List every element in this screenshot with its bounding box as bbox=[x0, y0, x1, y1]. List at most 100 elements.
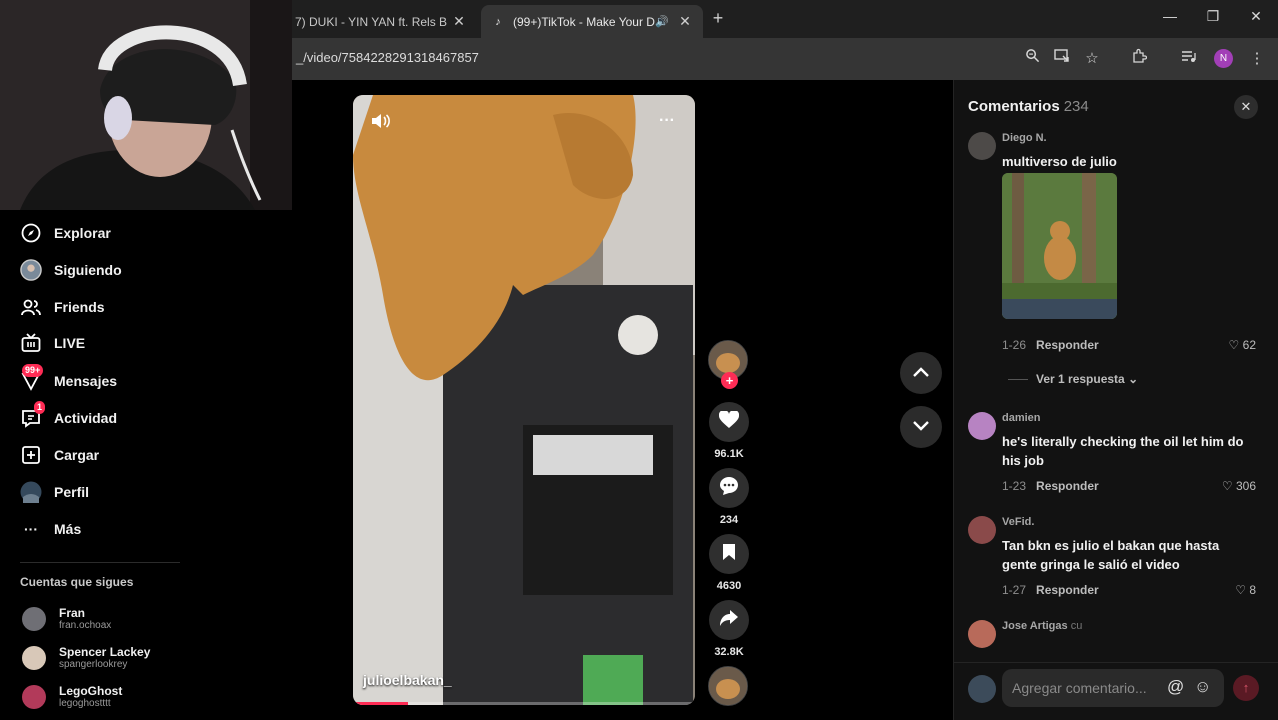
browser-tab-tiktok[interactable]: ♪ (99+)TikTok - Make Your Da 🔊 ✕ bbox=[481, 5, 703, 38]
media-icon[interactable] bbox=[1178, 48, 1200, 70]
sidebar-item-mensajes[interactable]: 99+ Mensajes bbox=[20, 364, 117, 396]
mention-icon[interactable]: @ bbox=[1167, 677, 1184, 697]
video-player[interactable]: ··· julioelbakan_ bbox=[353, 95, 695, 705]
view-replies-label: Ver 1 respuesta bbox=[1036, 372, 1125, 386]
comment-meta: 1-26 Responder bbox=[1002, 338, 1099, 352]
video-username[interactable]: julioelbakan_ bbox=[363, 672, 452, 688]
music-disc-avatar[interactable] bbox=[708, 666, 748, 706]
new-tab-button[interactable]: + bbox=[708, 8, 728, 29]
comments-title-label: Comentarios bbox=[968, 98, 1060, 115]
friends-icon bbox=[20, 296, 42, 318]
zoom-icon[interactable] bbox=[1021, 48, 1043, 70]
close-comments-button[interactable]: ✕ bbox=[1234, 95, 1258, 119]
progress-fill bbox=[353, 702, 408, 705]
comment-user[interactable]: Diego N. bbox=[1002, 132, 1047, 144]
sidebar-item-label: Actividad bbox=[54, 410, 118, 426]
extensions-icon[interactable] bbox=[1128, 48, 1150, 70]
sidebar-item-label: Más bbox=[54, 521, 82, 537]
sidebar-item-live[interactable]: LIVE bbox=[20, 328, 85, 358]
reply-button[interactable]: Responder bbox=[1036, 479, 1099, 493]
sidebar-item-label: Friends bbox=[54, 299, 105, 315]
tiktok-icon: ♪ bbox=[495, 15, 501, 28]
comment-like[interactable]: ♡ 306 bbox=[1222, 479, 1256, 493]
save-button[interactable] bbox=[709, 534, 749, 574]
following-account[interactable]: Fran fran.ochoax bbox=[22, 606, 111, 631]
follow-plus-button[interactable]: + bbox=[721, 372, 738, 389]
comment-user[interactable]: damien bbox=[1002, 412, 1041, 424]
comment-meta: 1-23 Responder bbox=[1002, 479, 1099, 493]
install-icon[interactable] bbox=[1051, 48, 1073, 70]
comment-icon bbox=[719, 476, 739, 501]
sidebar-item-mas[interactable]: ··· Más bbox=[20, 514, 81, 544]
activity-icon: 1 bbox=[20, 401, 46, 429]
speaker-icon[interactable]: 🔊 bbox=[655, 15, 671, 28]
comment-input-row: @ ☺ ↑ bbox=[954, 662, 1278, 720]
live-icon bbox=[20, 332, 42, 354]
close-window-icon[interactable]: ✕ bbox=[1246, 8, 1266, 25]
previous-video-button[interactable] bbox=[900, 352, 942, 394]
chevron-up-icon bbox=[913, 364, 929, 382]
comment-user-suffix: cu bbox=[1070, 620, 1083, 632]
comment-user-name: Jose Artigas bbox=[1002, 620, 1068, 632]
comment-input[interactable] bbox=[1002, 669, 1224, 707]
avatar[interactable] bbox=[968, 516, 996, 544]
comment-like[interactable]: ♡ 8 bbox=[1235, 583, 1256, 597]
browser-tab-youtube[interactable]: 7) DUKI - YIN YAN ft. Rels B (Ly ✕ bbox=[285, 5, 477, 38]
minimize-icon[interactable]: — bbox=[1160, 8, 1180, 24]
webcam-overlay bbox=[0, 0, 292, 210]
comment-item: Diego N. multiverso de julio 1-26 Respond… bbox=[968, 132, 1258, 372]
sidebar-item-label: Perfil bbox=[54, 484, 90, 500]
menu-icon[interactable]: ⋮ bbox=[1246, 48, 1268, 70]
share-icon bbox=[719, 609, 739, 632]
emoji-icon[interactable]: ☺ bbox=[1194, 677, 1211, 697]
comment-button[interactable] bbox=[709, 468, 749, 508]
chevron-down-icon bbox=[913, 418, 929, 436]
sidebar-item-friends[interactable]: Friends bbox=[20, 292, 105, 322]
account-name: Spencer Lackey bbox=[59, 645, 151, 659]
tab-title: 7) DUKI - YIN YAN ft. Rels B (Ly bbox=[295, 14, 451, 29]
avatar[interactable] bbox=[968, 412, 996, 440]
following-account[interactable]: LegoGhost legoghostttt bbox=[22, 684, 122, 709]
star-icon[interactable]: ☆ bbox=[1081, 48, 1103, 70]
compass-icon bbox=[20, 222, 42, 244]
following-account[interactable]: Spencer Lackey spangerlookrey bbox=[22, 645, 150, 670]
comment-like-count: 8 bbox=[1249, 583, 1256, 597]
reply-button[interactable]: Responder bbox=[1036, 338, 1099, 352]
sidebar-item-siguiendo[interactable]: Siguiendo bbox=[20, 255, 122, 285]
avatar[interactable] bbox=[968, 620, 996, 648]
view-replies-button[interactable]: Ver 1 respuesta ⌄ bbox=[1008, 372, 1138, 386]
next-video-button[interactable] bbox=[900, 406, 942, 448]
sidebar-item-explorar[interactable]: Explorar bbox=[20, 218, 111, 248]
comment-like[interactable]: ♡ 62 bbox=[1229, 338, 1256, 352]
comment-user[interactable]: Jose Artigas cu bbox=[1002, 620, 1082, 632]
sidebar-item-perfil[interactable]: Perfil bbox=[20, 477, 89, 507]
avatar-icon bbox=[20, 259, 42, 281]
more-options-icon[interactable]: ··· bbox=[659, 112, 675, 130]
like-button[interactable] bbox=[709, 402, 749, 442]
comment-date: 1-26 bbox=[1002, 338, 1027, 352]
comment-like-count: 62 bbox=[1242, 338, 1256, 352]
restore-icon[interactable]: ❐ bbox=[1203, 8, 1223, 25]
avatar bbox=[22, 645, 46, 670]
avatar[interactable] bbox=[968, 132, 996, 160]
close-icon[interactable]: ✕ bbox=[451, 13, 467, 30]
comment-image[interactable] bbox=[1002, 173, 1117, 319]
sidebar-item-actividad[interactable]: 1 Actividad bbox=[20, 401, 118, 433]
creator-avatar[interactable]: + bbox=[708, 340, 748, 389]
video-frame bbox=[353, 95, 695, 705]
bookmark-icon bbox=[722, 543, 736, 566]
close-icon[interactable]: ✕ bbox=[677, 13, 693, 30]
volume-icon[interactable] bbox=[371, 112, 391, 135]
reply-line bbox=[1008, 379, 1028, 381]
url-text[interactable]: _/video/7584228291318467857 bbox=[296, 50, 479, 65]
heart-icon bbox=[718, 409, 740, 434]
video-progress-bar[interactable] bbox=[353, 702, 695, 705]
send-button[interactable]: ↑ bbox=[1233, 675, 1259, 701]
comment-user[interactable]: VeFid. bbox=[1002, 516, 1034, 528]
reply-button[interactable]: Responder bbox=[1036, 583, 1099, 597]
sidebar-item-cargar[interactable]: Cargar bbox=[20, 440, 99, 470]
save-count: 4630 bbox=[716, 580, 742, 592]
share-button[interactable] bbox=[709, 600, 749, 640]
comments-title: Comentarios 234 bbox=[968, 98, 1089, 115]
profile-avatar[interactable]: N bbox=[1214, 49, 1233, 68]
